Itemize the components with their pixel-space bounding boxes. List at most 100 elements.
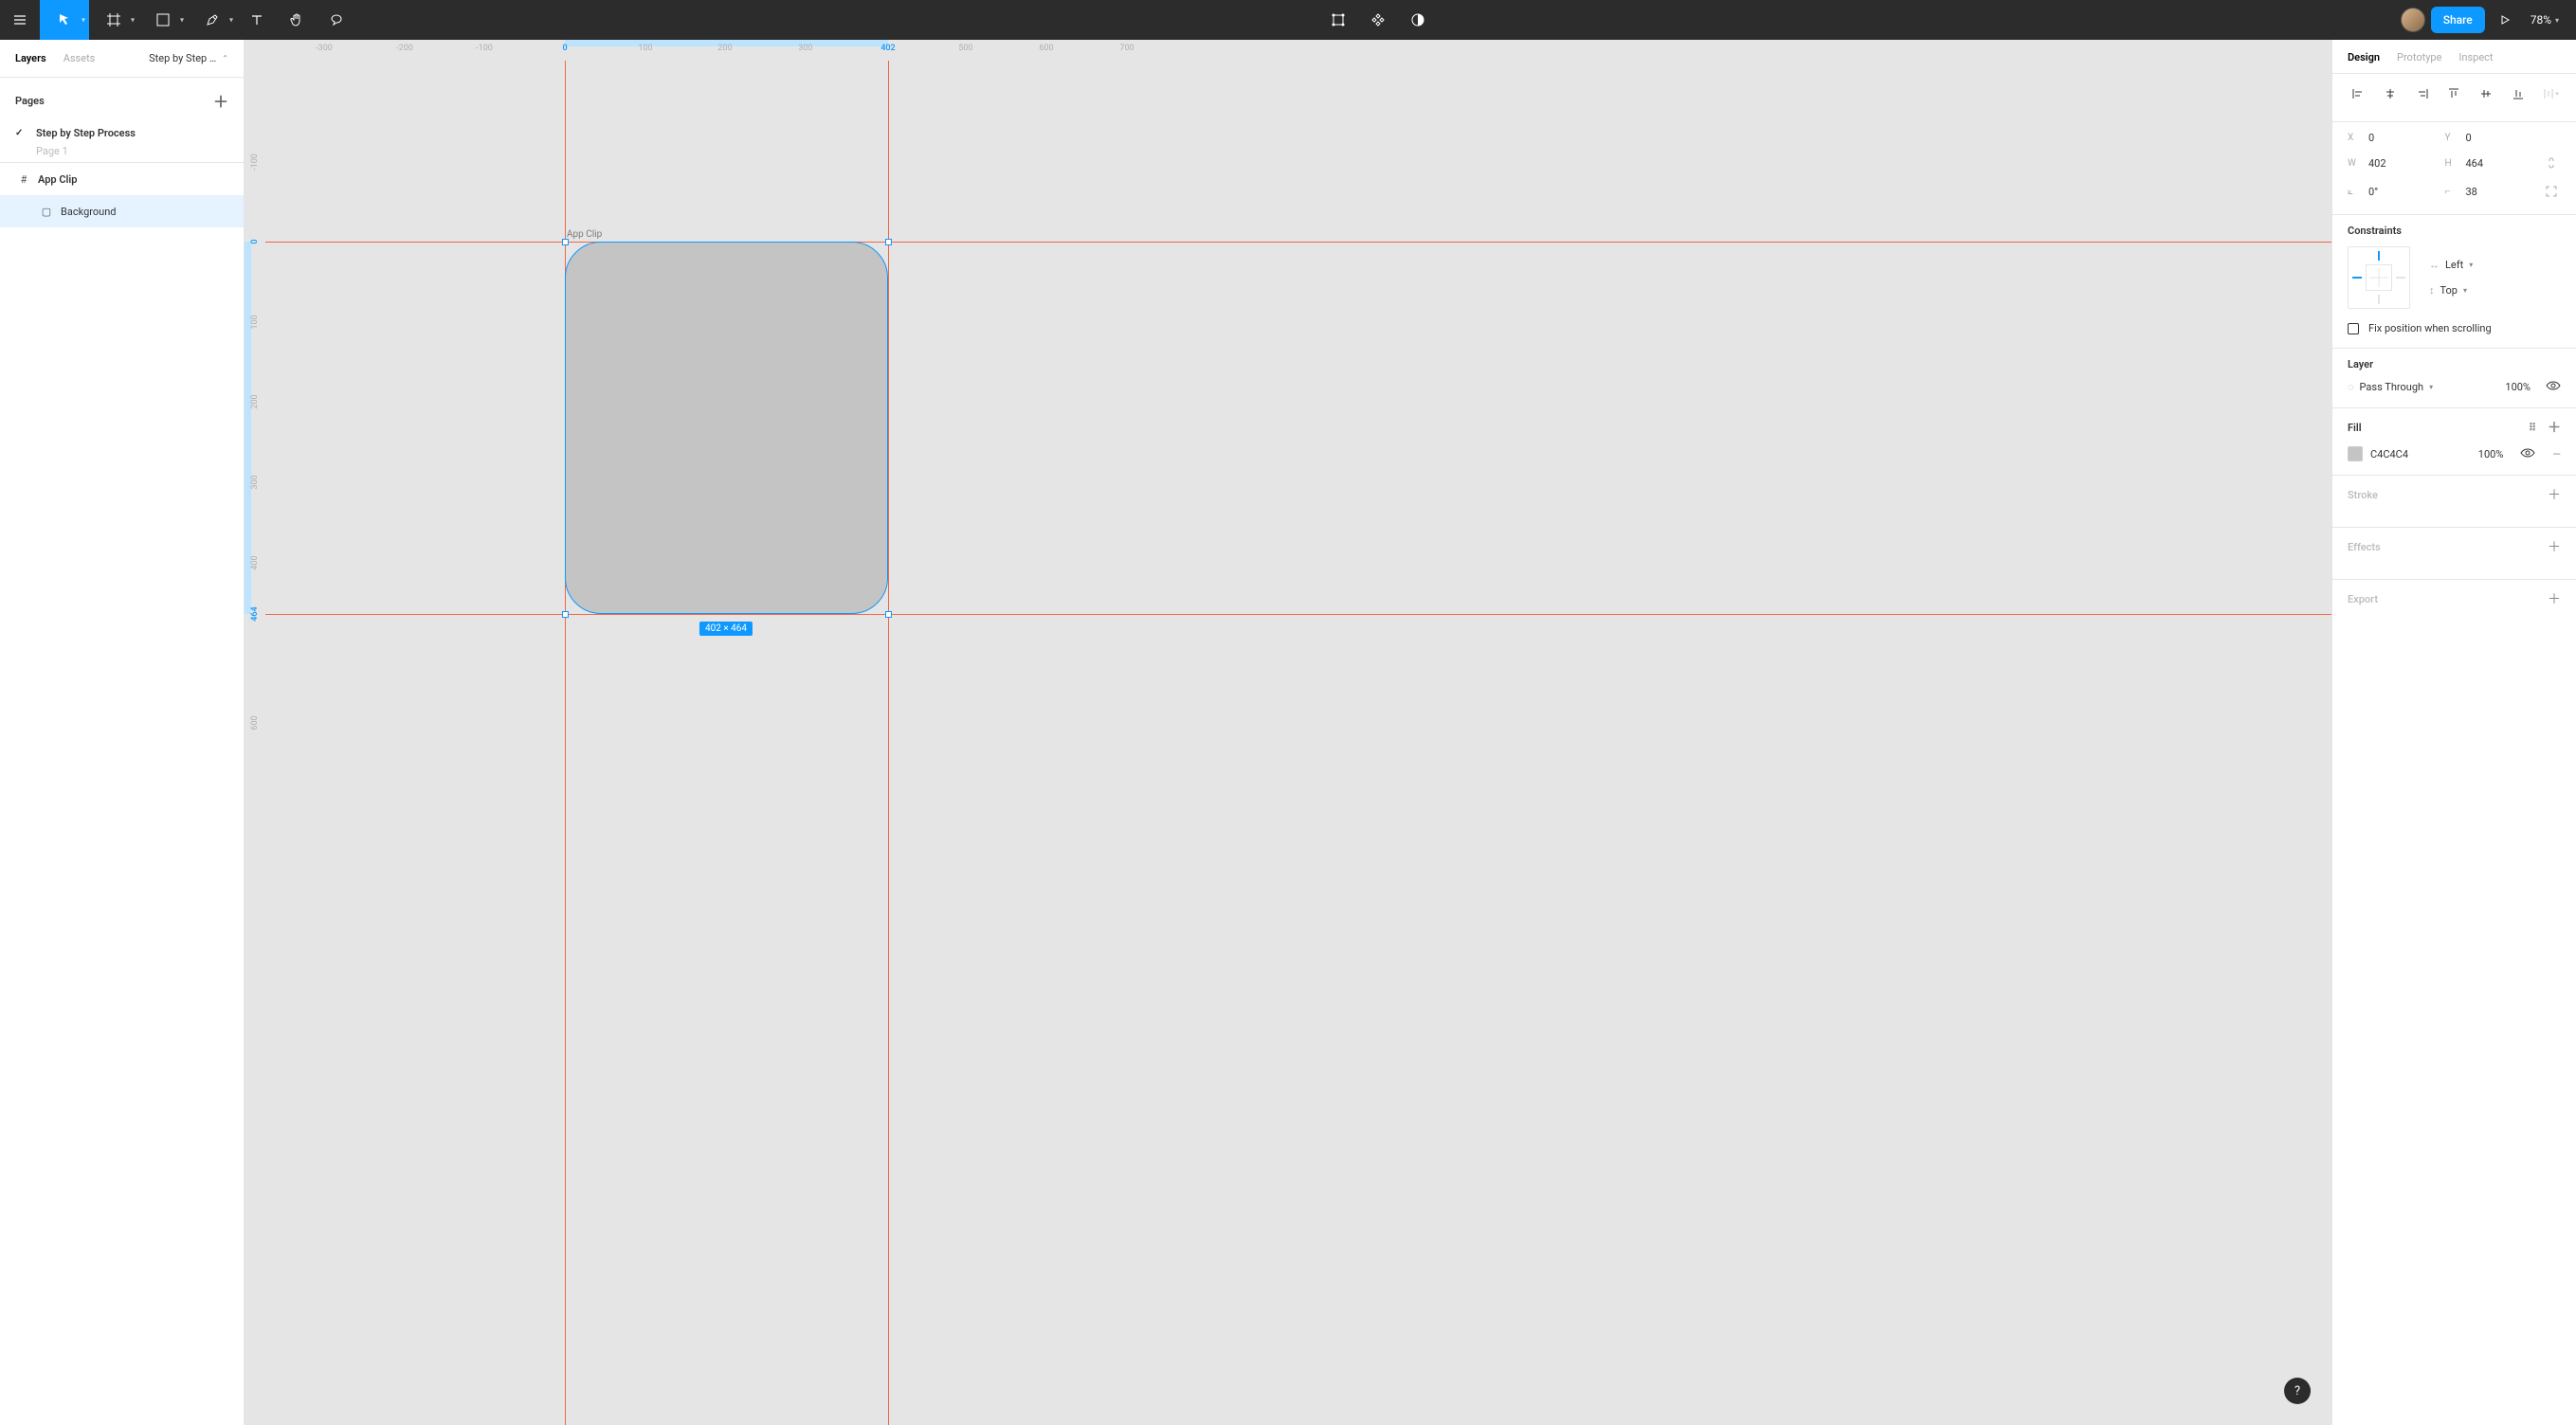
chevron-down-icon: ▾: [82, 16, 85, 25]
left-panel: Layers Assets Step by Step … ⌃ Pages ＋ ✓…: [0, 40, 245, 1425]
fill-row[interactable]: C4C4C4 100% —: [2348, 446, 2561, 461]
component-icon: [1370, 12, 1386, 27]
constraints-widget[interactable]: [2348, 246, 2410, 309]
cursor-icon: [57, 12, 72, 27]
hand-tool-button[interactable]: [277, 0, 317, 40]
ruler-tick: 100: [638, 40, 652, 53]
blend-icon: ◌: [2348, 381, 2354, 393]
add-effect-button[interactable]: ＋: [2548, 537, 2561, 556]
distribute-button[interactable]: ▾: [2540, 83, 2561, 104]
ruler-tick: 200: [717, 40, 732, 53]
chevron-down-icon: ⌃: [222, 54, 228, 63]
avatar[interactable]: [2401, 8, 2425, 32]
layer-row-frame[interactable]: # App Clip: [0, 163, 244, 195]
visibility-toggle[interactable]: [2546, 380, 2561, 394]
add-stroke-button[interactable]: ＋: [2548, 485, 2561, 504]
y-field[interactable]: Y0: [2445, 132, 2537, 144]
mask-button[interactable]: [1398, 0, 1438, 40]
canvas[interactable]: -300-200-1000100200300402500600700 -1000…: [245, 40, 2331, 1425]
add-page-button[interactable]: ＋: [213, 89, 228, 112]
tab-assets[interactable]: Assets: [63, 52, 96, 64]
selection-handle[interactable]: [562, 611, 569, 618]
help-button[interactable]: ?: [2284, 1378, 2311, 1404]
tab-inspect[interactable]: Inspect: [2458, 51, 2493, 63]
canvas-stage[interactable]: App Clip 402 × 464: [265, 61, 2331, 1425]
page-crumb[interactable]: Step by Step … ⌃: [149, 52, 228, 64]
selection-handle[interactable]: [562, 239, 569, 245]
align-right-icon: [2416, 87, 2429, 100]
h-field[interactable]: H464: [2445, 157, 2537, 170]
checkbox-icon: [2348, 323, 2359, 334]
ruler-tick: 400: [250, 552, 260, 573]
remove-fill-button[interactable]: —: [2552, 448, 2561, 460]
shape-tool-button[interactable]: ▾: [138, 0, 188, 40]
comment-tool-button[interactable]: [317, 0, 356, 40]
tab-prototype[interactable]: Prototype: [2397, 51, 2441, 63]
x-field[interactable]: X0: [2348, 132, 2440, 144]
align-bottom-button[interactable]: [2508, 83, 2529, 104]
guide-horizontal[interactable]: [265, 242, 2331, 243]
chevron-down-icon: ▾: [2469, 261, 2473, 269]
ruler-tick: 600: [1039, 40, 1053, 53]
guide-vertical[interactable]: [888, 61, 889, 1425]
distribute-icon: [2542, 87, 2555, 100]
constrain-proportions-button[interactable]: [2542, 153, 2561, 172]
add-export-button[interactable]: ＋: [2548, 589, 2561, 608]
fill-styles-button[interactable]: ⠿: [2529, 422, 2536, 434]
align-vcenter-button[interactable]: [2476, 83, 2496, 104]
ruler-tick: 300: [250, 472, 260, 493]
angle-icon: ⟀: [2348, 187, 2361, 197]
rotation-field[interactable]: ⟀0°: [2348, 186, 2440, 198]
present-button[interactable]: [2491, 0, 2519, 40]
align-right-button[interactable]: [2412, 83, 2433, 104]
radius-field[interactable]: ⌐38: [2445, 186, 2537, 198]
selected-shape[interactable]: [565, 242, 888, 614]
menu-button[interactable]: [0, 0, 40, 40]
fill-swatch[interactable]: [2348, 446, 2363, 461]
tab-layers[interactable]: Layers: [15, 52, 46, 64]
page-item[interactable]: ✓ Step by Step Process: [0, 119, 244, 147]
w-field[interactable]: W402: [2348, 157, 2440, 170]
eye-icon: [2520, 447, 2535, 459]
constraint-h-select[interactable]: ↔ Left ▾: [2429, 259, 2473, 271]
main-area: Layers Assets Step by Step … ⌃ Pages ＋ ✓…: [0, 40, 2576, 1425]
selection-handle[interactable]: [885, 239, 892, 245]
fill-opacity[interactable]: 100%: [2478, 448, 2504, 460]
align-top-button[interactable]: [2443, 83, 2464, 104]
selection-handle[interactable]: [885, 611, 892, 618]
move-tool-button[interactable]: ▾: [40, 0, 89, 40]
fill-visibility-toggle[interactable]: [2520, 447, 2535, 461]
independent-corners-button[interactable]: [2542, 182, 2561, 201]
zoom-control[interactable]: 78% ▾: [2525, 13, 2565, 27]
align-left-button[interactable]: [2348, 83, 2368, 104]
chevron-down-icon: ▾: [2429, 383, 2433, 391]
align-hcenter-button[interactable]: [2380, 83, 2401, 104]
ruler-tick: 200: [250, 391, 260, 412]
fix-position-checkbox[interactable]: Fix position when scrolling: [2348, 322, 2561, 334]
edit-object-button[interactable]: [1318, 0, 1358, 40]
selection-dimensions: 402 × 464: [699, 622, 753, 636]
page-item[interactable]: Page 1: [0, 147, 83, 162]
layer-row-rect[interactable]: ▢ Background: [0, 195, 244, 227]
add-fill-button[interactable]: ＋: [2548, 418, 2561, 437]
page-label: Step by Step Process: [36, 127, 136, 139]
text-tool-button[interactable]: [237, 0, 277, 40]
layer-label: Background: [61, 206, 116, 218]
guide-horizontal[interactable]: [265, 614, 2331, 615]
component-button[interactable]: [1358, 0, 1398, 40]
ruler-tick: 500: [958, 40, 972, 53]
guide-vertical[interactable]: [565, 61, 566, 1425]
transform-section: X0 Y0 W402 H464 ⟀0° ⌐38: [2332, 122, 2576, 215]
align-top-icon: [2447, 87, 2460, 100]
share-button[interactable]: Share: [2431, 7, 2485, 33]
constraint-v-select[interactable]: ↕ Top ▾: [2429, 284, 2473, 297]
ruler-tick: -100: [250, 152, 260, 172]
tab-design[interactable]: Design: [2348, 51, 2380, 63]
frame-tool-button[interactable]: ▾: [89, 0, 138, 40]
blend-mode-select[interactable]: Pass Through ▾: [2360, 381, 2434, 393]
pen-tool-button[interactable]: ▾: [188, 0, 237, 40]
fill-hex[interactable]: C4C4C4: [2370, 448, 2408, 460]
square-icon: [156, 13, 170, 27]
frame-label[interactable]: App Clip: [567, 229, 602, 240]
layer-opacity-field[interactable]: 100%: [2505, 381, 2531, 393]
